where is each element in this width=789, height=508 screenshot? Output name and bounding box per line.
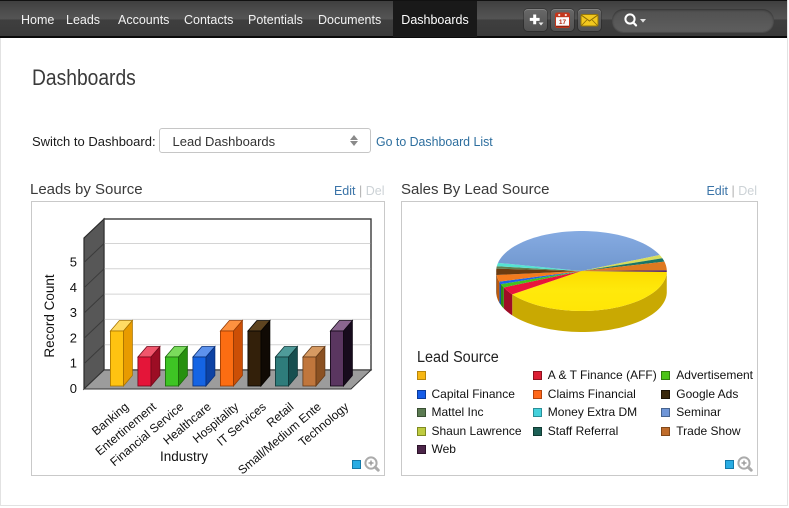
svg-text:0: 0 [70, 381, 77, 396]
svg-text:2: 2 [70, 330, 77, 345]
svg-text:17: 17 [559, 19, 567, 26]
svg-text:1: 1 [70, 356, 77, 371]
svg-text:Record Count: Record Count [42, 274, 57, 358]
svg-text:3: 3 [70, 305, 77, 320]
svg-text:5: 5 [70, 255, 77, 270]
svg-text:Industry: Industry [160, 449, 208, 464]
svg-text:4: 4 [70, 280, 77, 295]
